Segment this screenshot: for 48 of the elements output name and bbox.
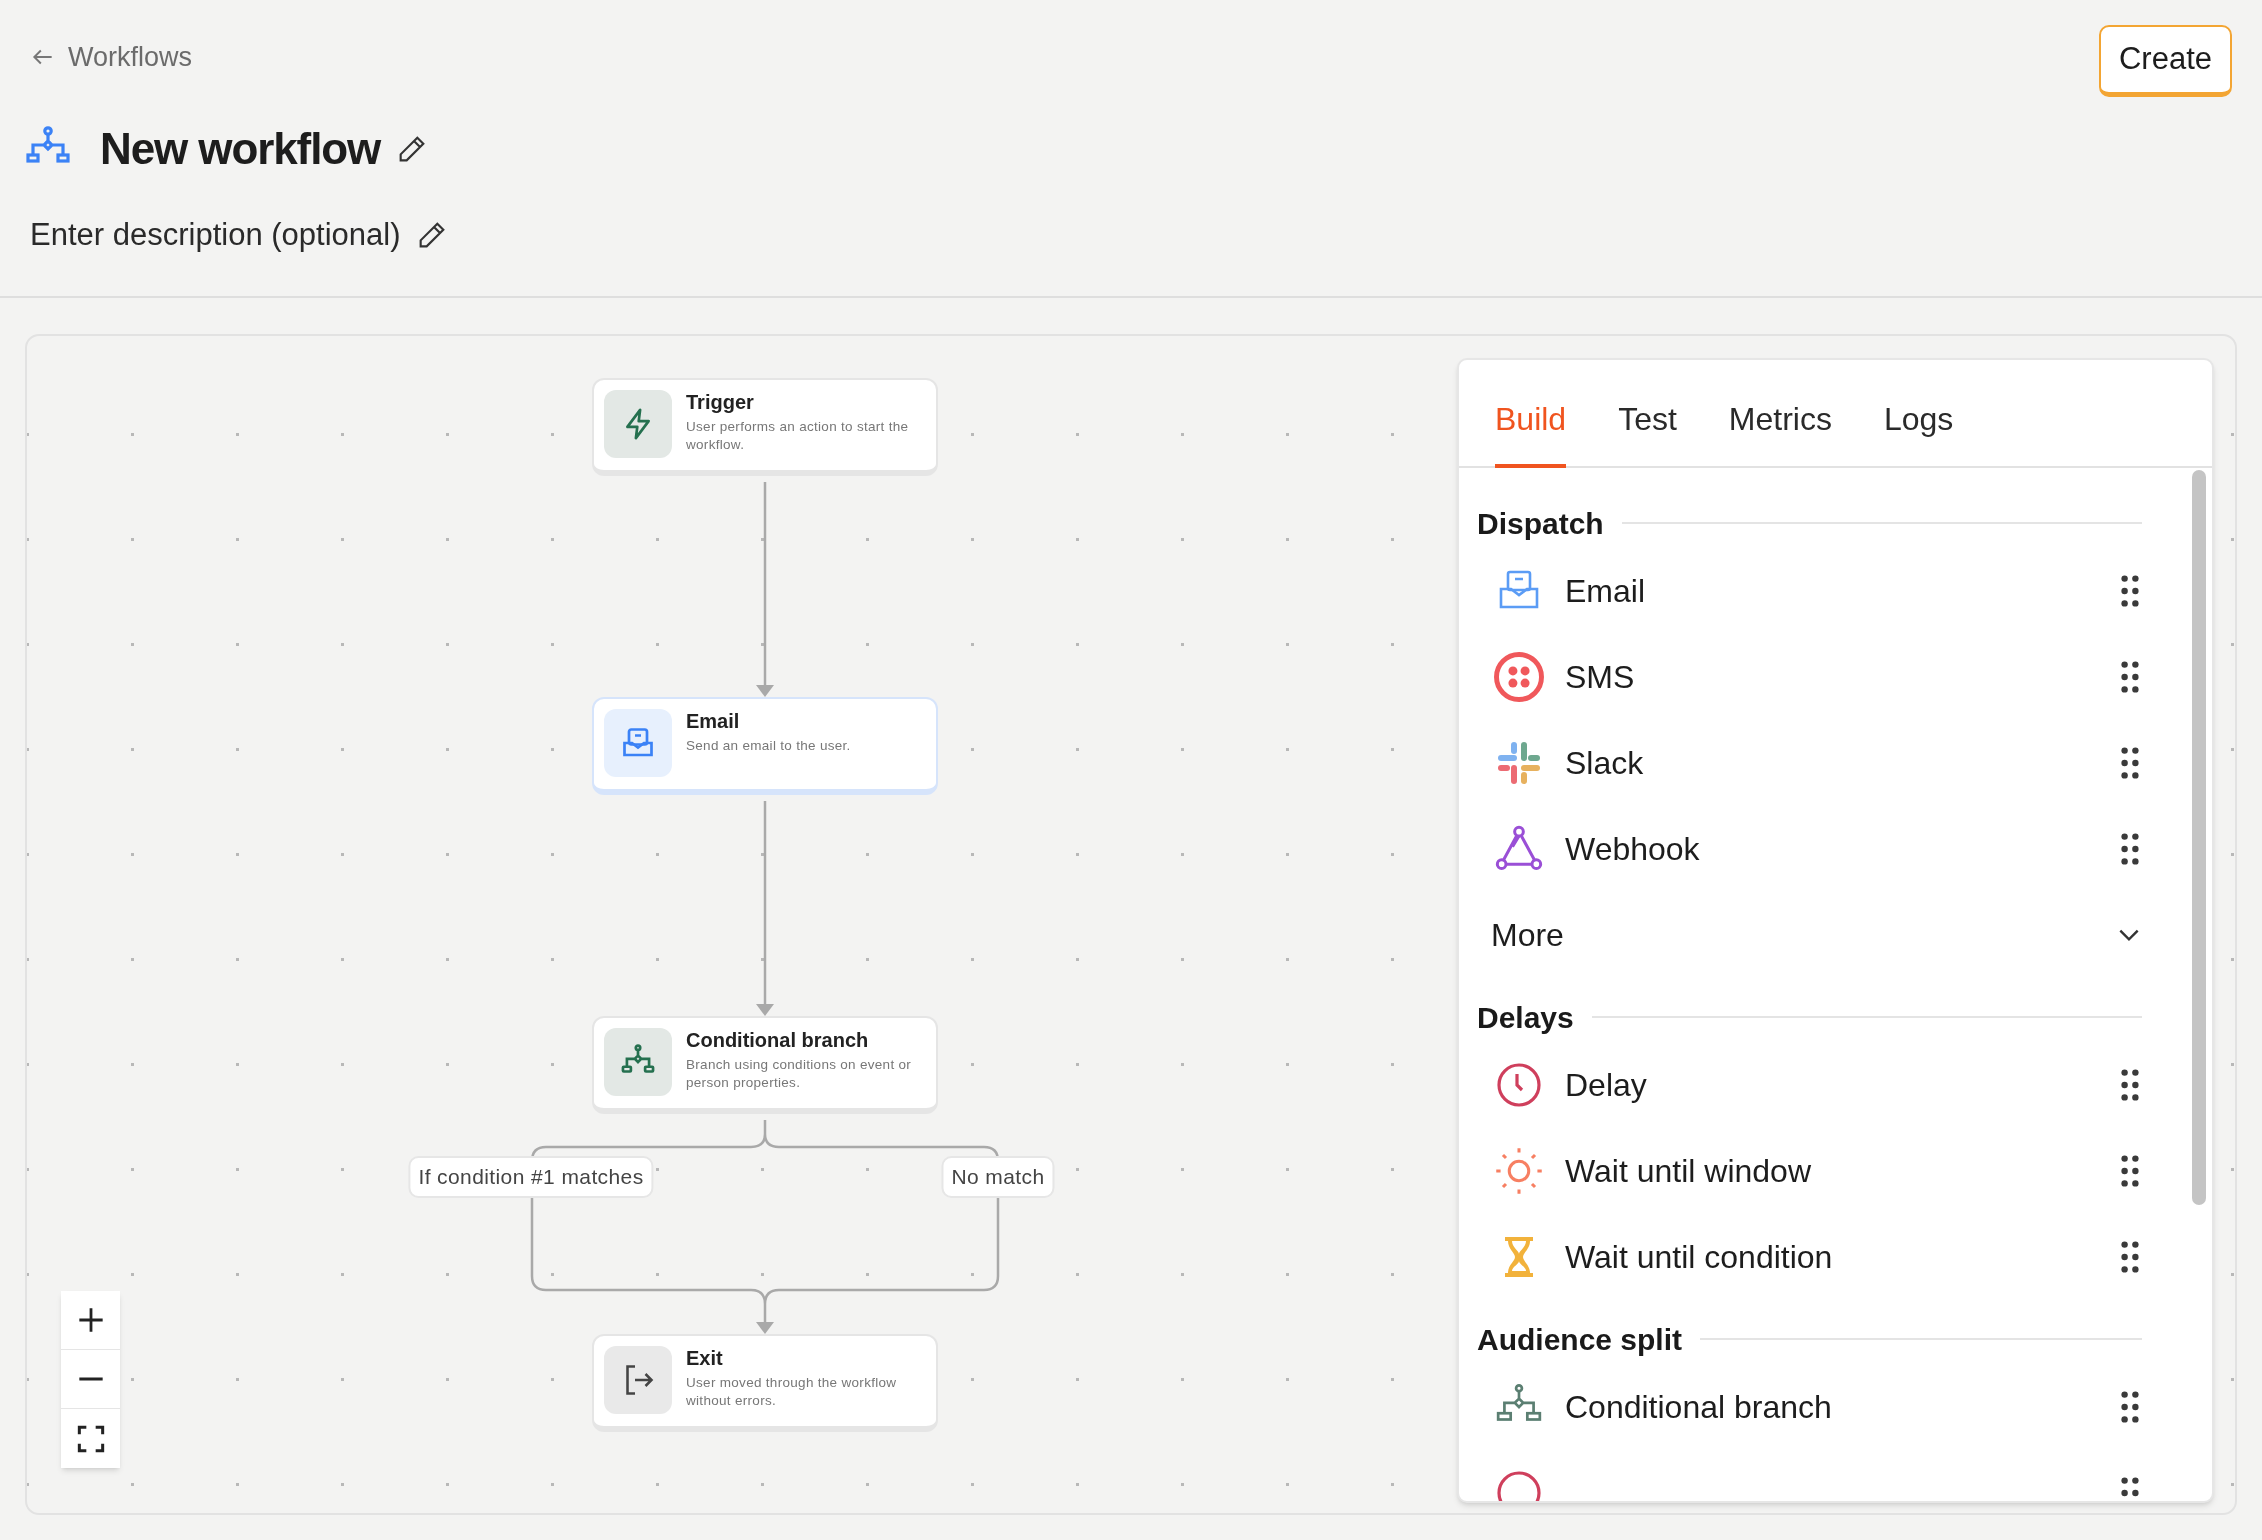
drag-handle-icon[interactable] (2118, 745, 2142, 781)
more-toggle[interactable]: More (1477, 892, 2142, 978)
workflow-node[interactable]: Trigger User performs an action to start the workflow. (592, 378, 938, 476)
drag-handle-icon[interactable] (2118, 1067, 2142, 1103)
drag-handle-icon[interactable] (2118, 573, 2142, 609)
block-item[interactable]: Delay (1565, 1061, 2118, 1109)
section-heading: Dispatch (1477, 505, 1604, 542)
panel-tab[interactable]: Test (1618, 360, 1677, 468)
block-item[interactable]: Webhook (1565, 825, 2118, 873)
panel-tab[interactable]: Build (1495, 360, 1567, 468)
node-description: User performs an action to start the workflow. (686, 418, 910, 454)
section-heading: Audience split (1477, 1321, 1683, 1358)
node-title: Trigger (686, 390, 755, 414)
scrollbar-thumb[interactable] (2192, 470, 2206, 1205)
block-item[interactable]: Conditional branch (1565, 1383, 2118, 1431)
drag-handle-icon[interactable] (2118, 659, 2142, 695)
block-item[interactable]: SMS (1565, 653, 2118, 701)
block-item[interactable]: Wait until window (1565, 1147, 2118, 1195)
workflow-node[interactable]: Conditional branch Branch using conditions on event or person properties. (592, 1016, 938, 1114)
block-item[interactable]: Wait until condition (1565, 1233, 2118, 1281)
branch-label: If condition #1 matches (408, 1156, 654, 1198)
exit-icon (604, 1346, 672, 1414)
block-item[interactable]: Slack (1565, 739, 2118, 787)
inbox-icon (604, 709, 672, 777)
workflow-node[interactable]: Email Send an email to the user. (592, 697, 938, 795)
section-heading: Delays (1477, 999, 1574, 1036)
panel-tab[interactable]: Logs (1883, 360, 1954, 468)
drag-handle-icon[interactable] (2118, 1239, 2142, 1275)
drag-handle-icon[interactable] (2118, 1153, 2142, 1189)
workflow-title: New workflow (100, 122, 381, 175)
description-text[interactable]: Enter description (optional) (30, 211, 401, 258)
node-title: Email (686, 709, 741, 733)
back-link[interactable]: Workflows (68, 37, 193, 78)
node-description: Branch using conditions on event or person properties. (686, 1056, 913, 1092)
node-description: Send an email to the user. (686, 737, 851, 755)
node-title: Exit (686, 1346, 724, 1370)
node-title: Conditional branch (686, 1028, 870, 1052)
dotted-circle-icon (1491, 649, 1547, 705)
block-item[interactable]: Email (1565, 567, 2118, 615)
create-button[interactable]: Create (2098, 25, 2232, 97)
drag-handle-icon[interactable] (2118, 1389, 2142, 1425)
panel-tab[interactable]: Metrics (1728, 360, 1832, 468)
workflow-node[interactable]: Exit User moved through the workflow without errors. (592, 1334, 938, 1432)
lightning-icon (604, 390, 672, 458)
node-description: User moved through the workflow without errors. (686, 1374, 898, 1410)
branch-label: No match (941, 1156, 1055, 1198)
drag-handle-icon[interactable] (2118, 831, 2142, 867)
branch-icon (604, 1028, 672, 1096)
